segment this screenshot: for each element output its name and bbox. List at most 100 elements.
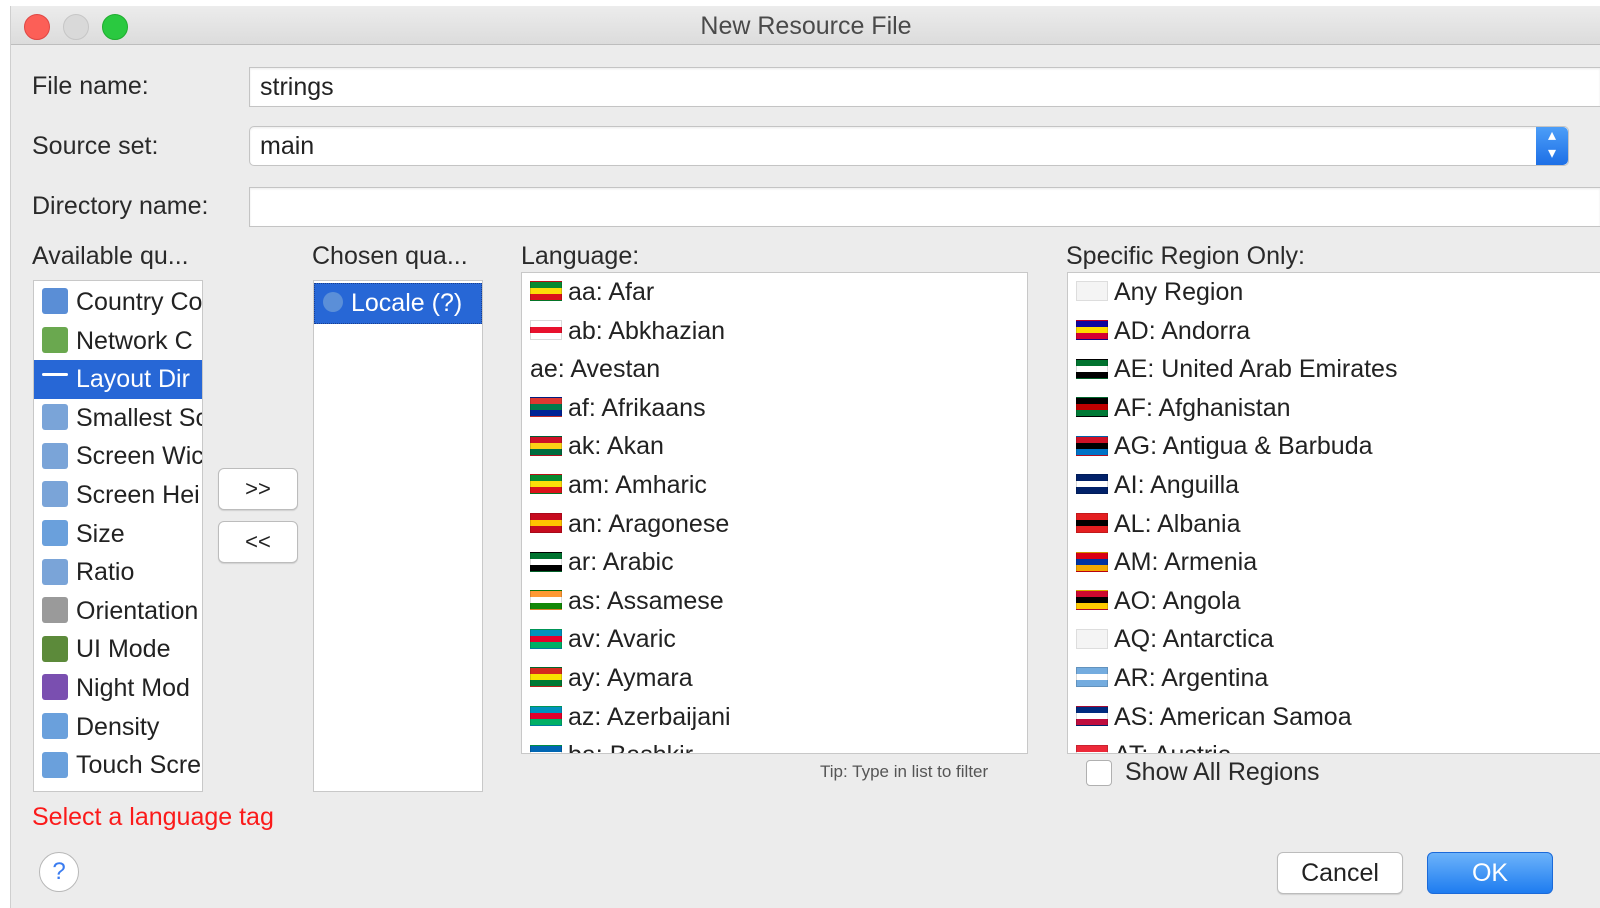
region-item[interactable]: AE: United Arab Emirates	[1068, 350, 1600, 389]
file-name-field[interactable]: strings	[249, 67, 1600, 107]
qualifier-item[interactable]: Touch Scre	[34, 746, 202, 785]
source-set-value: main	[260, 132, 315, 160]
language-item[interactable]: ae: Avestan	[522, 350, 1027, 389]
smallest-screen-icon	[42, 404, 68, 431]
qualifier-item[interactable]: Screen Wic	[34, 437, 202, 476]
language-item[interactable]: ay: Aymara	[522, 659, 1027, 698]
qualifier-item[interactable]: Layout Dir	[34, 360, 202, 399]
qualifier-item[interactable]: Orientation	[34, 592, 202, 631]
show-all-regions-checkbox[interactable]	[1086, 760, 1112, 786]
region-label: AF: Afghanistan	[1114, 393, 1291, 422]
language-header: Language:	[521, 242, 640, 270]
screen-height-icon	[42, 481, 68, 508]
directory-name-field[interactable]	[249, 187, 1600, 227]
network-icon	[42, 326, 68, 353]
flag-icon	[530, 705, 562, 726]
region-label: AL: Albania	[1114, 509, 1241, 538]
region-list[interactable]: Any Region AD: Andorra AE: United Arab Emi…	[1067, 272, 1600, 754]
qualifier-label: Touch Scre	[76, 751, 202, 780]
help-button[interactable]: ?	[39, 852, 79, 892]
flag-icon	[1076, 512, 1108, 533]
flag-icon	[530, 281, 562, 302]
flag-icon	[1076, 628, 1108, 649]
qualifier-item[interactable]: Smallest Sc	[34, 399, 202, 438]
region-item[interactable]: AQ: Antarctica	[1068, 620, 1600, 659]
language-label: ae: Avestan	[530, 355, 661, 384]
language-item[interactable]: av: Avaric	[522, 620, 1027, 659]
available-qualifiers-header: Available qu...	[32, 242, 189, 270]
directory-name-label: Directory name:	[32, 192, 209, 220]
qualifier-item[interactable]: Ratio	[34, 553, 202, 592]
flag-icon	[1076, 705, 1108, 726]
region-item[interactable]: AF: Afghanistan	[1068, 389, 1600, 428]
flag-icon	[1076, 281, 1108, 302]
qualifier-item[interactable]: UI Mode	[34, 630, 202, 669]
language-item[interactable]: ba: Bashkir	[522, 736, 1027, 753]
language-item[interactable]: an: Aragonese	[522, 505, 1027, 544]
qualifier-item[interactable]: Network C	[34, 322, 202, 361]
language-label: aa: Afar	[568, 278, 655, 306]
ratio-icon	[42, 558, 68, 585]
region-item[interactable]: AS: American Samoa	[1068, 698, 1600, 737]
size-icon	[42, 519, 68, 546]
qualifier-label: Screen Wic	[76, 442, 203, 471]
chosen-label: Locale (?)	[351, 289, 463, 317]
language-item[interactable]: af: Afrikaans	[522, 389, 1027, 428]
region-item[interactable]: AI: Anguilla	[1068, 466, 1600, 505]
chosen-qualifiers-list[interactable]: Locale (?)	[313, 280, 483, 792]
language-item[interactable]: ar: Arabic	[522, 543, 1027, 582]
night-mode-icon	[42, 674, 68, 701]
qualifier-label: Density	[76, 712, 160, 741]
region-item[interactable]: AG: Antigua & Barbuda	[1068, 427, 1600, 466]
available-qualifiers-list[interactable]: Country Co Network C Layout Dir Smallest Sc…	[33, 280, 203, 792]
orientation-icon	[42, 597, 68, 624]
region-item[interactable]: AR: Argentina	[1068, 659, 1600, 698]
flag-icon	[1076, 397, 1108, 418]
region-item[interactable]: AM: Armenia	[1068, 543, 1600, 582]
globe-icon	[323, 292, 343, 313]
cancel-button[interactable]: Cancel	[1277, 852, 1403, 894]
flag-icon	[530, 435, 562, 456]
region-item[interactable]: AL: Albania	[1068, 505, 1600, 544]
flag-icon	[1076, 744, 1108, 753]
language-label: af: Afrikaans	[568, 393, 706, 422]
language-item[interactable]: aa: Afar	[522, 273, 1027, 312]
qualifier-item[interactable]: Country Co	[34, 283, 202, 322]
flag-icon	[1076, 319, 1108, 340]
add-qualifier-button[interactable]: >>	[218, 468, 298, 510]
region-item[interactable]: AO: Angola	[1068, 582, 1600, 621]
title-bar: New Resource File	[11, 6, 1600, 45]
flag-icon	[530, 590, 562, 611]
qualifier-item[interactable]: Screen Hei	[34, 476, 202, 515]
source-set-select[interactable]: main ▴ ▾	[249, 126, 1569, 166]
language-item[interactable]: az: Azerbaijani	[522, 698, 1027, 737]
language-item[interactable]: as: Assamese	[522, 582, 1027, 621]
language-list[interactable]: aa: Afar ab: Abkhazian ae: Avestan af: Afri…	[521, 272, 1028, 754]
region-item[interactable]: AD: Andorra	[1068, 312, 1600, 351]
density-icon	[42, 712, 68, 739]
qualifier-label: Network C	[76, 326, 193, 355]
region-item[interactable]: AT: Austria	[1068, 736, 1600, 753]
remove-qualifier-button[interactable]: <<	[218, 521, 298, 563]
qualifier-item[interactable]: Size	[34, 515, 202, 554]
region-label: AE: United Arab Emirates	[1114, 355, 1398, 384]
region-label: AO: Angola	[1114, 586, 1241, 615]
qualifier-label: UI Mode	[76, 635, 171, 664]
language-item[interactable]: am: Amharic	[522, 466, 1027, 505]
language-item[interactable]: ab: Abkhazian	[522, 312, 1027, 351]
show-all-regions-label[interactable]: Show All Regions	[1125, 758, 1320, 787]
qualifier-item[interactable]: Night Mod	[34, 669, 202, 708]
language-item[interactable]: ak: Akan	[522, 427, 1027, 466]
region-label: AG: Antigua & Barbuda	[1114, 432, 1373, 461]
region-item[interactable]: Any Region	[1068, 273, 1600, 312]
flag-icon	[1076, 474, 1108, 495]
chosen-item[interactable]: Locale (?)	[314, 283, 482, 324]
screen-width-icon	[42, 442, 68, 469]
flag-icon	[1076, 358, 1108, 379]
flag-icon	[1076, 667, 1108, 688]
region-label: AR: Argentina	[1114, 663, 1269, 692]
region-label: Any Region	[1114, 278, 1244, 306]
flag-icon	[530, 551, 562, 572]
qualifier-item[interactable]: Density	[34, 708, 202, 747]
ok-button[interactable]: OK	[1427, 852, 1553, 894]
